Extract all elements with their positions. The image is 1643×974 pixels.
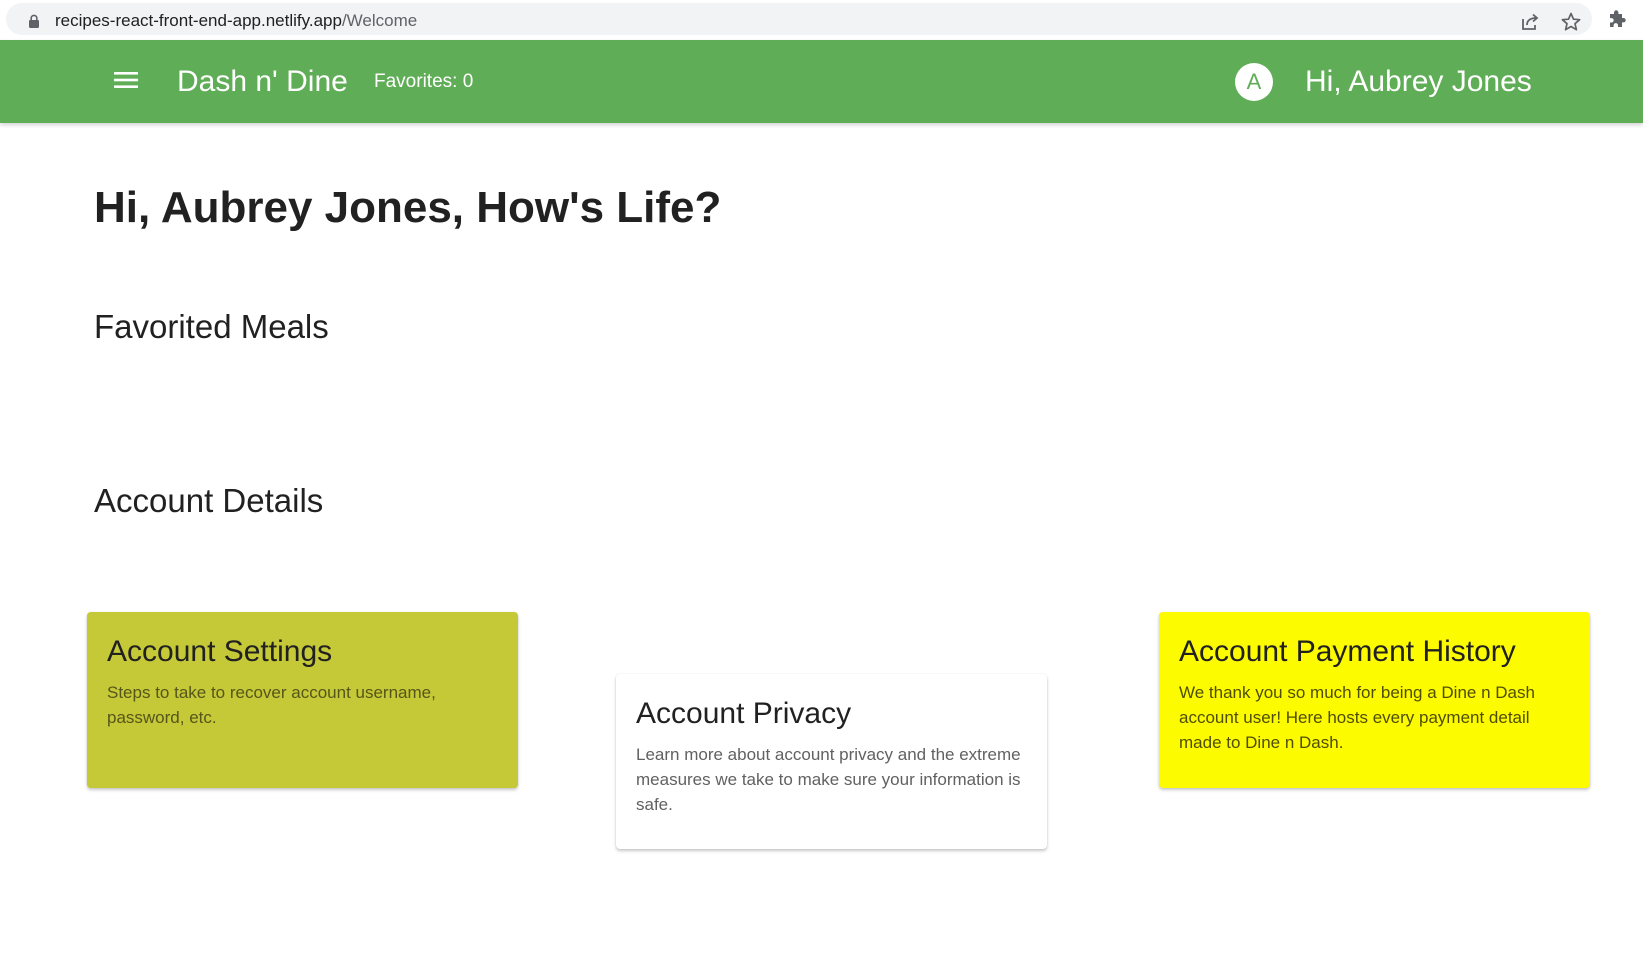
favorited-meals-heading: Favorited Meals [94, 308, 329, 345]
url-field[interactable]: recipes-react-front-end-app.netlify.app/… [6, 3, 1592, 35]
card-description: Steps to take to recover account usernam… [107, 683, 436, 727]
star-icon[interactable] [1560, 11, 1582, 33]
hamburger-menu-icon[interactable] [113, 69, 139, 91]
url-text[interactable]: recipes-react-front-end-app.netlify.app/… [55, 11, 417, 31]
page-title: Hi, Aubrey Jones, How's Life? [94, 183, 722, 232]
url-host: recipes-react-front-end-app.netlify.app [55, 11, 342, 30]
app-header: Dash n' Dine Favorites: 0 A Hi, Aubrey J… [0, 40, 1643, 123]
browser-address-bar: recipes-react-front-end-app.netlify.app/… [0, 0, 1643, 40]
account-privacy-card[interactable]: Account Privacy Learn more about account… [616, 674, 1047, 849]
avatar[interactable]: A [1235, 63, 1273, 101]
account-details-heading: Account Details [94, 482, 324, 519]
card-title: Account Payment History [1179, 635, 1516, 668]
brand-title[interactable]: Dash n' Dine [177, 64, 348, 100]
account-payment-history-card[interactable]: Account Payment History We thank you so … [1159, 612, 1590, 788]
share-icon[interactable] [1519, 11, 1541, 33]
card-description: We thank you so much for being a Dine n … [1179, 683, 1535, 752]
header-greeting: Hi, Aubrey Jones [1305, 65, 1532, 98]
extensions-icon[interactable] [1607, 8, 1629, 30]
account-settings-card[interactable]: Account Settings Steps to take to recove… [87, 612, 518, 788]
card-title: Account Privacy [636, 697, 852, 730]
url-path: /Welcome [341, 11, 418, 30]
lock-icon[interactable] [28, 14, 40, 28]
card-description: Learn more about account privacy and the… [636, 745, 1021, 814]
card-title: Account Settings [107, 635, 333, 668]
favorites-count[interactable]: Favorites: 0 [374, 71, 473, 93]
